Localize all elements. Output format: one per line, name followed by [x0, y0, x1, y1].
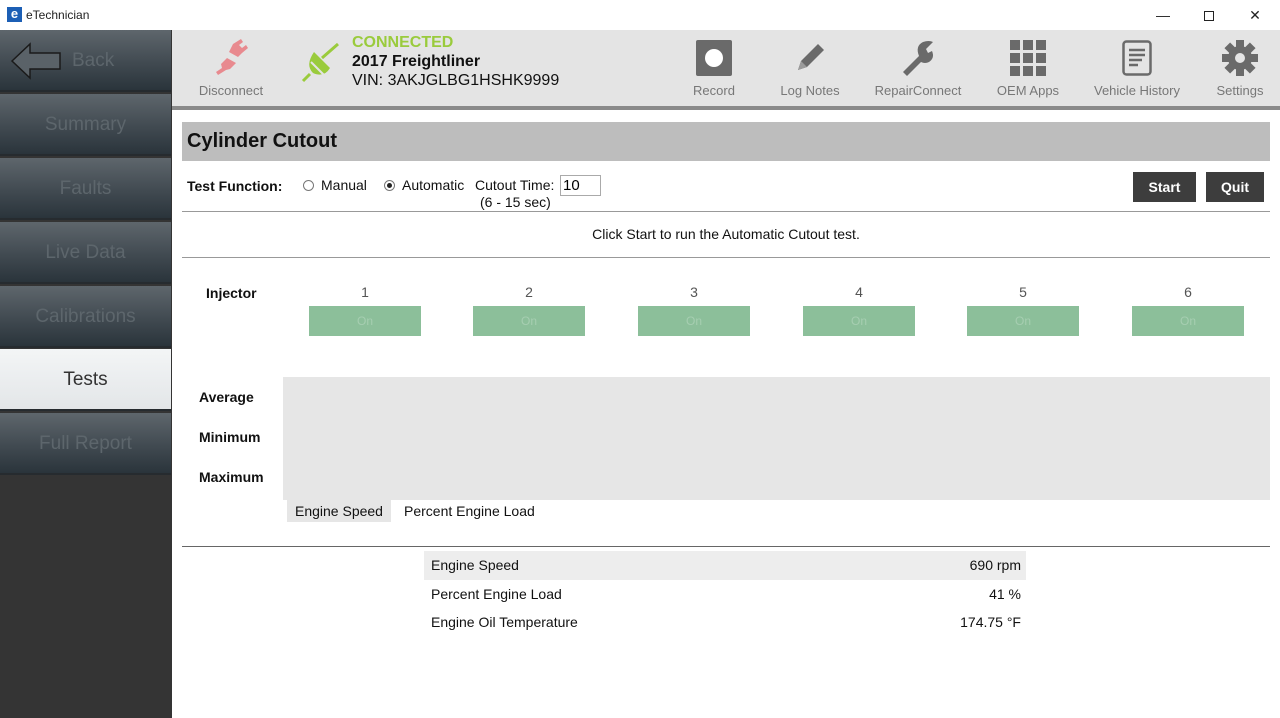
- settings-button[interactable]: Settings: [1208, 30, 1272, 106]
- record-label: Record: [693, 83, 735, 98]
- quit-button[interactable]: Quit: [1206, 172, 1264, 202]
- injector-number: 3: [690, 284, 698, 300]
- app-logo-icon: e: [7, 7, 22, 22]
- manual-label[interactable]: Manual: [321, 177, 367, 193]
- record-icon: [696, 40, 732, 76]
- injector-number: 2: [525, 284, 533, 300]
- vehicle-history-label: Vehicle History: [1094, 83, 1180, 98]
- vehicle-info: CONNECTED 2017 Freightliner VIN: 3AKJGLB…: [352, 34, 559, 90]
- table-row: Engine Oil Temperature 174.75 °F: [424, 608, 1026, 637]
- sidebar-item-calibrations[interactable]: Calibrations: [0, 286, 171, 348]
- start-button[interactable]: Start: [1133, 172, 1196, 202]
- connection-status: CONNECTED: [352, 34, 454, 51]
- parameter-value: 41 %: [989, 585, 1021, 602]
- window-titlebar: e eTechnician — ✕: [0, 0, 1280, 30]
- parameter-value: 690 rpm: [969, 557, 1021, 573]
- injector-toggle-button[interactable]: On: [1132, 306, 1244, 336]
- cutout-time-label: Cutout Time:: [475, 177, 555, 193]
- oem-apps-label: OEM Apps: [996, 83, 1060, 98]
- page-title: Cylinder Cutout: [182, 122, 1270, 161]
- disconnect-plug-icon: [216, 39, 248, 75]
- window-title: eTechnician: [26, 8, 90, 22]
- injector-6: 6 On: [1132, 284, 1244, 336]
- injector-toggle-button[interactable]: On: [309, 306, 421, 336]
- results-graph-area: [283, 377, 1270, 500]
- injector-number: 6: [1184, 284, 1192, 300]
- injector-toggle-button[interactable]: On: [967, 306, 1079, 336]
- minimize-button[interactable]: —: [1140, 0, 1186, 30]
- table-row: Percent Engine Load 41 %: [424, 580, 1026, 609]
- parameter-name: Engine Oil Temperature: [431, 614, 578, 630]
- injector-5: 5 On: [967, 284, 1079, 336]
- gear-icon: [1222, 40, 1258, 76]
- injector-1: 1 On: [309, 284, 421, 336]
- instruction-text: Click Start to run the Automatic Cutout …: [592, 226, 860, 242]
- live-data-table: Engine Speed 690 rpm Percent Engine Load…: [424, 551, 1026, 637]
- grid-icon: [1010, 40, 1046, 76]
- oem-apps-button[interactable]: OEM Apps: [990, 30, 1066, 106]
- automatic-label[interactable]: Automatic: [402, 177, 464, 193]
- toolbar: Disconnect CONNECTED 2017 Freightliner V…: [172, 30, 1280, 110]
- parameter-value: 174.75 °F: [960, 614, 1021, 630]
- sidebar-item-summary[interactable]: Summary: [0, 94, 171, 156]
- injector-label: Injector: [206, 285, 257, 301]
- divider: [182, 546, 1270, 547]
- parameter-name: Percent Engine Load: [431, 585, 562, 602]
- tab-engine-speed[interactable]: Engine Speed: [287, 500, 391, 522]
- automatic-radio[interactable]: [384, 180, 395, 191]
- document-icon: [1122, 40, 1152, 76]
- wrench-icon: [903, 41, 933, 76]
- maximize-icon: [1204, 11, 1214, 22]
- injector-number: 5: [1019, 284, 1027, 300]
- manual-radio[interactable]: [303, 180, 314, 191]
- injector-number: 4: [855, 284, 863, 300]
- repairconnect-label: RepairConnect: [874, 83, 962, 98]
- disconnect-button[interactable]: Disconnect: [192, 30, 270, 106]
- parameter-name: Engine Speed: [431, 557, 519, 573]
- back-button[interactable]: Back: [0, 30, 171, 92]
- sidebar-item-full-report[interactable]: Full Report: [0, 413, 171, 475]
- sidebar-item-live-data[interactable]: Live Data: [0, 222, 171, 284]
- maximize-button[interactable]: [1186, 0, 1232, 30]
- pencil-icon: [798, 44, 824, 70]
- divider: [182, 211, 1270, 212]
- minimum-label: Minimum: [199, 429, 261, 445]
- test-panel: Cylinder Cutout Test Function: Manual Au…: [172, 114, 1280, 718]
- back-arrow-icon: [10, 42, 61, 80]
- table-row: Engine Speed 690 rpm: [424, 551, 1026, 580]
- vehicle-history-button[interactable]: Vehicle History: [1090, 30, 1184, 106]
- sidebar-item-tests[interactable]: Tests: [0, 349, 171, 411]
- settings-label: Settings: [1216, 83, 1264, 98]
- cutout-time-range: (6 - 15 sec): [480, 194, 551, 210]
- repairconnect-button[interactable]: RepairConnect: [870, 30, 966, 106]
- disconnect-label: Disconnect: [198, 83, 264, 98]
- back-label: Back: [72, 50, 115, 71]
- average-label: Average: [199, 389, 254, 405]
- injector-toggle-button[interactable]: On: [473, 306, 585, 336]
- close-button[interactable]: ✕: [1232, 0, 1278, 30]
- log-notes-button[interactable]: Log Notes: [770, 30, 850, 106]
- sidebar: Back Summary Faults Live Data Calibratio…: [0, 30, 172, 718]
- record-button[interactable]: Record: [680, 30, 748, 106]
- vehicle-vin: VIN: 3AKJGLBG1HSHK9999: [352, 72, 560, 89]
- divider: [182, 257, 1270, 258]
- tab-percent-engine-load[interactable]: Percent Engine Load: [396, 500, 543, 522]
- injector-toggle-button[interactable]: On: [638, 306, 750, 336]
- cutout-time-input[interactable]: [560, 175, 601, 196]
- injector-number: 1: [361, 284, 369, 300]
- injector-3: 3 On: [638, 284, 750, 336]
- injector-4: 4 On: [803, 284, 915, 336]
- test-function-label: Test Function:: [187, 178, 283, 194]
- maximum-label: Maximum: [199, 469, 264, 485]
- injector-2: 2 On: [473, 284, 585, 336]
- connected-plug-icon: [301, 42, 339, 83]
- sidebar-item-faults[interactable]: Faults: [0, 158, 171, 220]
- injector-toggle-button[interactable]: On: [803, 306, 915, 336]
- log-notes-label: Log Notes: [780, 83, 840, 98]
- vehicle-name: 2017 Freightliner: [352, 53, 481, 70]
